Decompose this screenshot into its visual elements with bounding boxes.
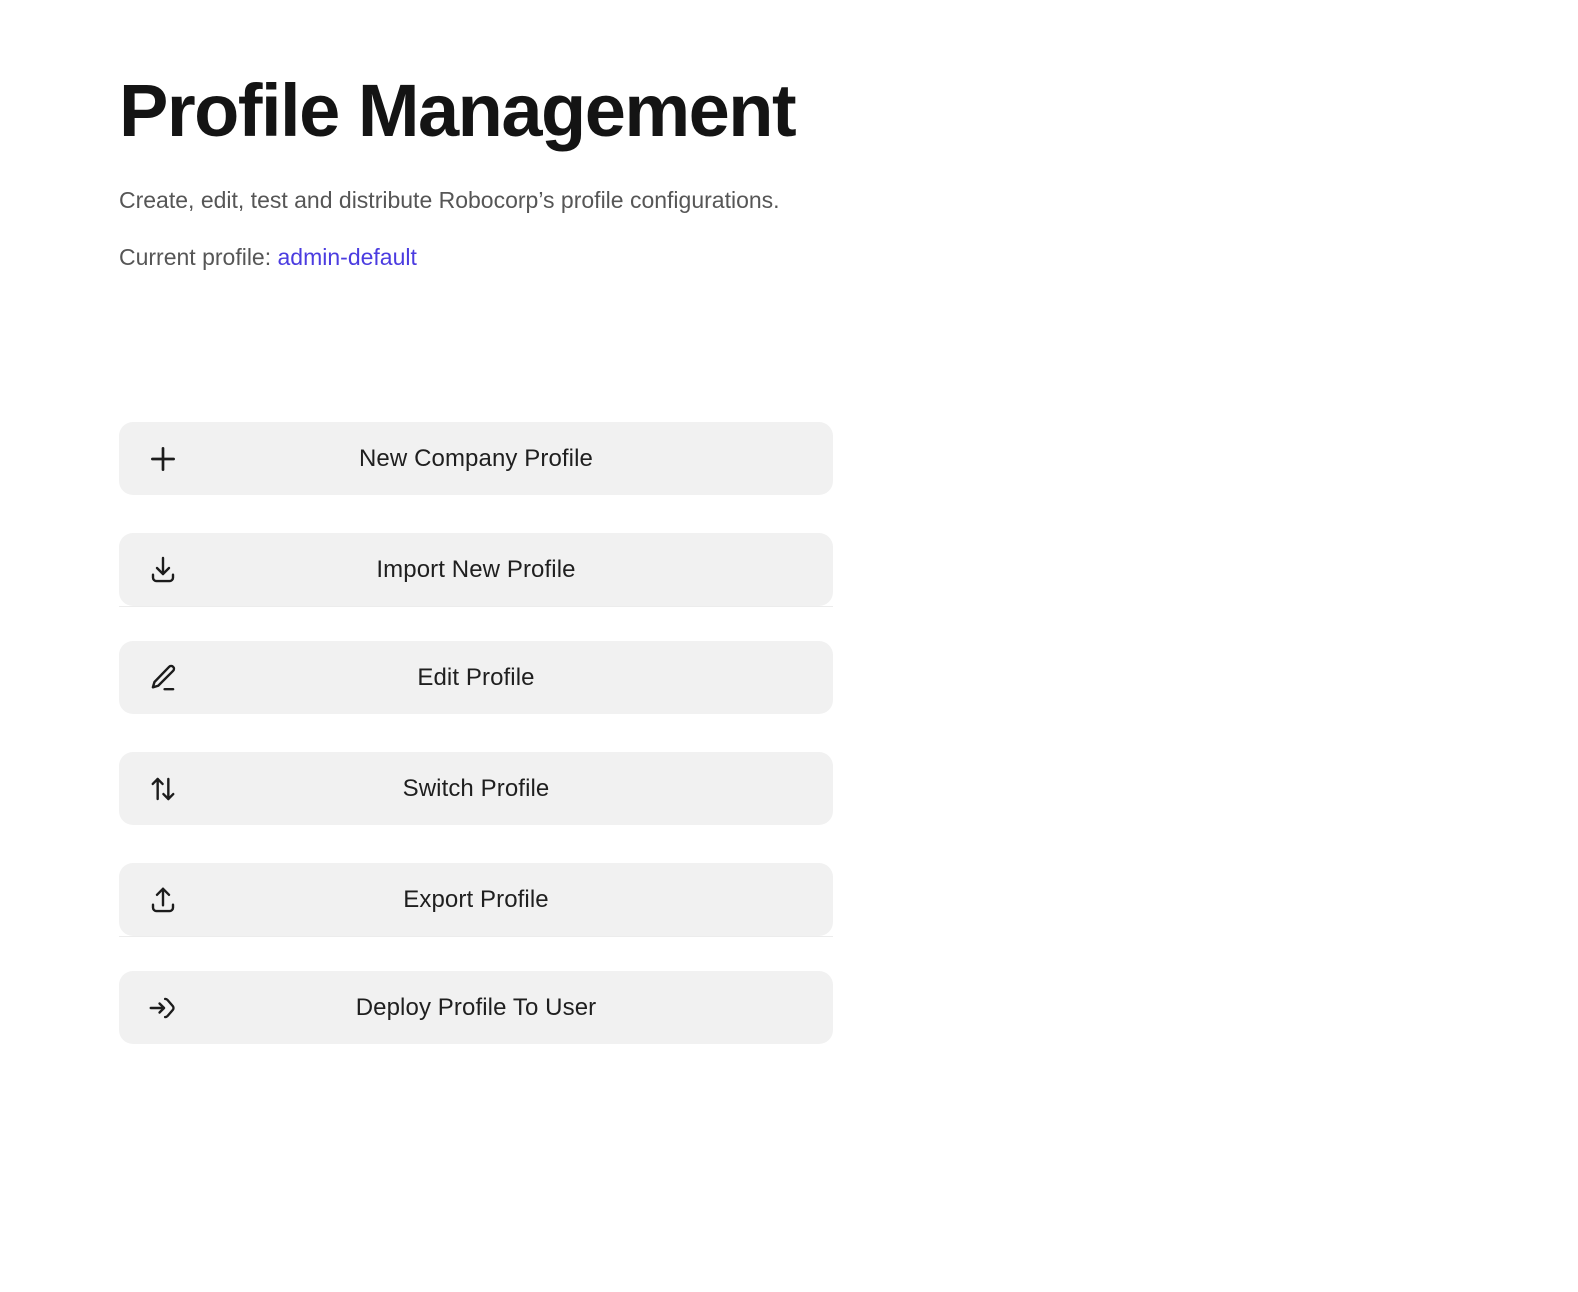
download-icon	[145, 552, 181, 588]
profile-management-page: Profile Management Create, edit, test an…	[0, 0, 1578, 1292]
export-profile-button[interactable]: Export Profile	[119, 863, 833, 936]
page-header: Profile Management Create, edit, test an…	[119, 69, 1319, 297]
import-new-profile-button[interactable]: Import New Profile	[119, 533, 833, 606]
pencil-icon	[145, 660, 181, 696]
action-group-manage: Edit Profile Switch Profile Export Profi…	[119, 641, 833, 936]
export-profile-label: Export Profile	[403, 885, 549, 913]
current-profile-label: Current profile:	[119, 243, 272, 270]
page-subtitle: Create, edit, test and distribute Roboco…	[119, 187, 780, 214]
group-divider-1	[119, 606, 833, 607]
switch-profile-label: Switch Profile	[402, 774, 550, 802]
action-group-deploy: Deploy Profile To User	[119, 971, 833, 1044]
import-new-profile-label: Import New Profile	[376, 555, 576, 583]
page-title: Profile Management	[119, 69, 797, 152]
switch-profile-button[interactable]: Switch Profile	[119, 752, 833, 825]
upload-icon	[145, 882, 181, 918]
deploy-profile-to-user-button[interactable]: Deploy Profile To User	[119, 971, 833, 1044]
arrow-right-to-bracket-icon	[145, 990, 181, 1026]
plus-icon	[145, 441, 181, 477]
current-profile-row: Current profile: admin-default	[119, 241, 1319, 274]
edit-profile-label: Edit Profile	[417, 663, 535, 691]
deploy-profile-to-user-label: Deploy Profile To User	[355, 993, 597, 1021]
arrows-up-down-icon	[145, 771, 181, 807]
profile-actions-list: New Company Profile Import New Profile E…	[119, 422, 833, 1044]
action-group-create: New Company Profile Import New Profile	[119, 422, 833, 606]
new-company-profile-label: New Company Profile	[359, 444, 593, 472]
group-divider-2	[119, 936, 833, 937]
edit-profile-button[interactable]: Edit Profile	[119, 641, 833, 714]
new-company-profile-button[interactable]: New Company Profile	[119, 422, 833, 495]
current-profile-link[interactable]: admin-default	[278, 244, 417, 270]
